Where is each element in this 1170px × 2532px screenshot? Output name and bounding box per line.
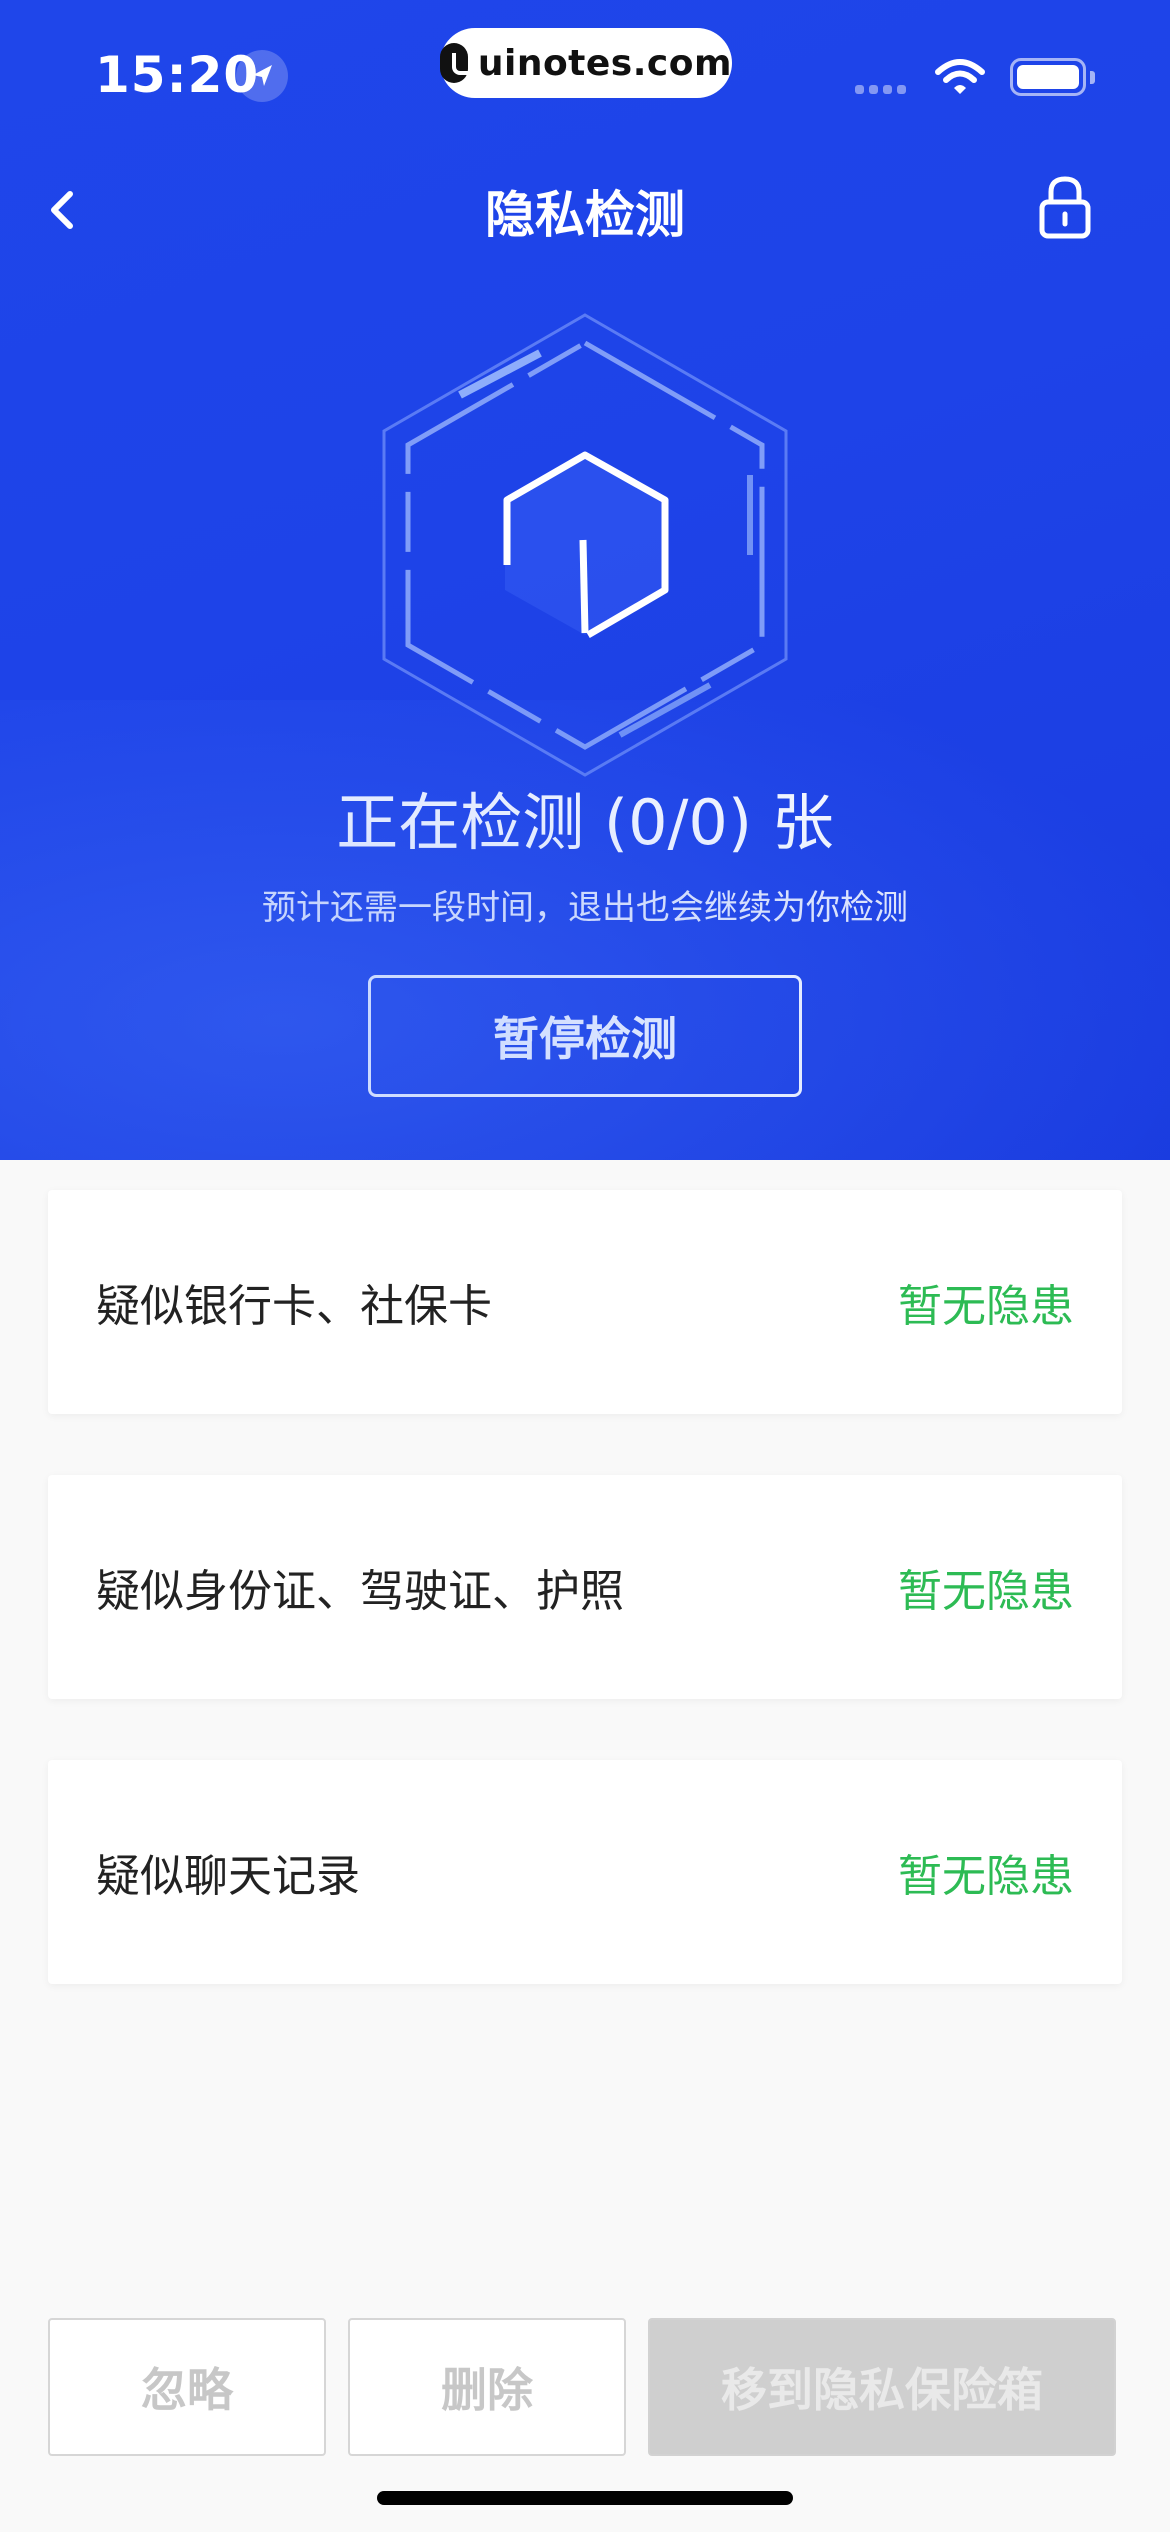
category-label: 疑似聊天记录 — [96, 1851, 360, 1902]
url-text: uinotes.com — [477, 42, 732, 84]
battery-icon — [1010, 58, 1086, 96]
site-logo-icon — [440, 43, 476, 83]
category-status: 暂无隐患 — [898, 1281, 1074, 1332]
category-card-chat[interactable]: 疑似聊天记录 暂无隐患 — [48, 1760, 1122, 1984]
lock-icon[interactable] — [1035, 172, 1095, 242]
signal-icon — [855, 85, 906, 94]
category-status: 暂无隐患 — [898, 1566, 1074, 1617]
category-card-bank[interactable]: 疑似银行卡、社保卡 暂无隐患 — [48, 1190, 1122, 1414]
scan-header: 15:20 uinotes.com 隐私检测 正在检测 (0/0) 张 预计还需… — [0, 0, 1170, 1160]
location-arrow-icon — [236, 50, 288, 102]
battery-cap — [1090, 71, 1095, 84]
status-time: 15:20 — [95, 46, 260, 104]
scan-progress-title: 正在检测 (0/0) 张 — [336, 786, 834, 859]
status-bar: 15:20 uinotes.com — [0, 0, 1170, 150]
ignore-button[interactable]: 忽略 — [48, 2318, 326, 2456]
page-title: 隐私检测 — [485, 186, 685, 244]
category-label: 疑似银行卡、社保卡 — [96, 1281, 492, 1332]
wifi-icon — [935, 59, 985, 94]
category-label: 疑似身份证、驾驶证、护照 — [96, 1566, 624, 1617]
move-to-vault-button[interactable]: 移到隐私保险箱 — [648, 2318, 1116, 2456]
url-pill[interactable]: uinotes.com — [440, 28, 732, 98]
home-indicator — [377, 2491, 793, 2505]
category-status: 暂无隐患 — [898, 1851, 1074, 1902]
scan-hexagon-graphic — [382, 313, 788, 777]
category-card-id[interactable]: 疑似身份证、驾驶证、护照 暂无隐患 — [48, 1475, 1122, 1699]
pause-scan-button[interactable]: 暂停检测 — [368, 975, 802, 1097]
scan-subtitle: 预计还需一段时间，退出也会继续为你检测 — [262, 888, 908, 928]
delete-button[interactable]: 删除 — [348, 2318, 626, 2456]
